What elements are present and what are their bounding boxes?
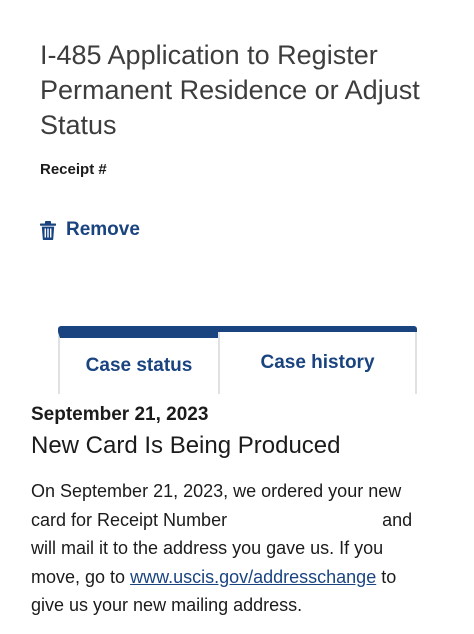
tab-case-status-label: Case status bbox=[85, 355, 193, 376]
status-title: New Card Is Being Produced bbox=[31, 432, 341, 459]
form-title: I-485 Application to Register Permanent … bbox=[40, 40, 420, 140]
trash-icon bbox=[40, 220, 56, 240]
status-text-part1: On September 21, 2023, we ordered your n… bbox=[31, 481, 402, 530]
tab-case-history-label: Case history bbox=[260, 352, 375, 373]
remove-button[interactable]: Remove bbox=[40, 219, 140, 241]
address-change-link[interactable]: www.uscis.gov/addresschange bbox=[130, 567, 376, 587]
status-date: September 21, 2023 bbox=[31, 404, 209, 425]
case-tabs: Case status Case history bbox=[58, 326, 417, 394]
receipt-label: Receipt # bbox=[40, 161, 107, 178]
remove-label: Remove bbox=[66, 219, 140, 240]
tab-case-status[interactable]: Case status bbox=[58, 332, 218, 394]
tab-case-history[interactable]: Case history bbox=[218, 332, 417, 394]
status-description: On September 21, 2023, we ordered your n… bbox=[31, 477, 431, 620]
